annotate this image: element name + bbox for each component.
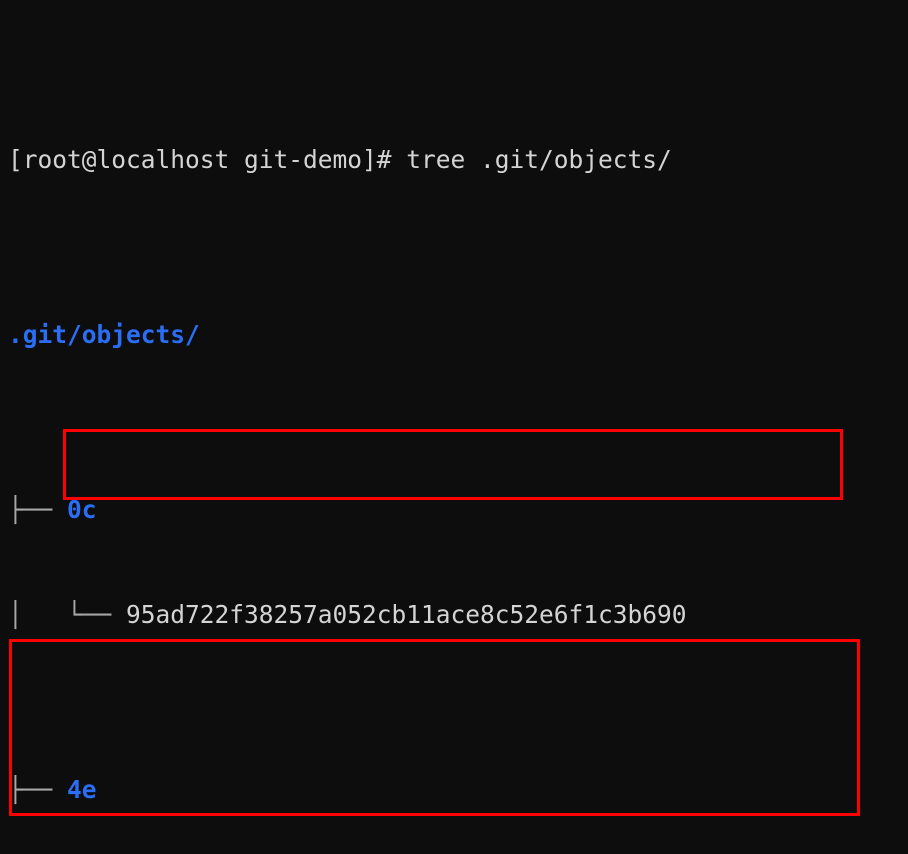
tree-file-row-0c: │ └── 95ad722f38257a052cb11ace8c52e6f1c3… <box>8 597 908 632</box>
tree-branch-glyph: ├── <box>8 775 68 804</box>
tree-dir-label-0c: 0c <box>67 495 97 524</box>
tree-dir-row-0c: ├── 0c <box>8 492 908 527</box>
terminal-screen: [root@localhost git-demo]# tree .git/obj… <box>8 2 908 854</box>
terminal-line-command-tree: [root@localhost git-demo]# tree .git/obj… <box>8 142 908 177</box>
tree-dir-label-4e: 4e <box>67 775 97 804</box>
tree-branch-glyph: ├── <box>8 495 68 524</box>
tree-file-label-0c: 95ad722f38257a052cb11ace8c52e6f1c3b690 <box>126 600 687 629</box>
terminal-window[interactable]: [root@localhost git-demo]# tree .git/obj… <box>0 0 908 854</box>
shell-prompt: [root@localhost git-demo]# <box>8 145 407 174</box>
tree-root-label: .git/objects/ <box>8 320 200 349</box>
tree-dir-row-4e: ├── 4e <box>8 772 908 807</box>
tree-root-path: .git/objects/ <box>8 317 908 352</box>
command-text-tree: tree .git/objects/ <box>406 145 672 174</box>
tree-branch-glyph: │ └── <box>8 600 127 629</box>
